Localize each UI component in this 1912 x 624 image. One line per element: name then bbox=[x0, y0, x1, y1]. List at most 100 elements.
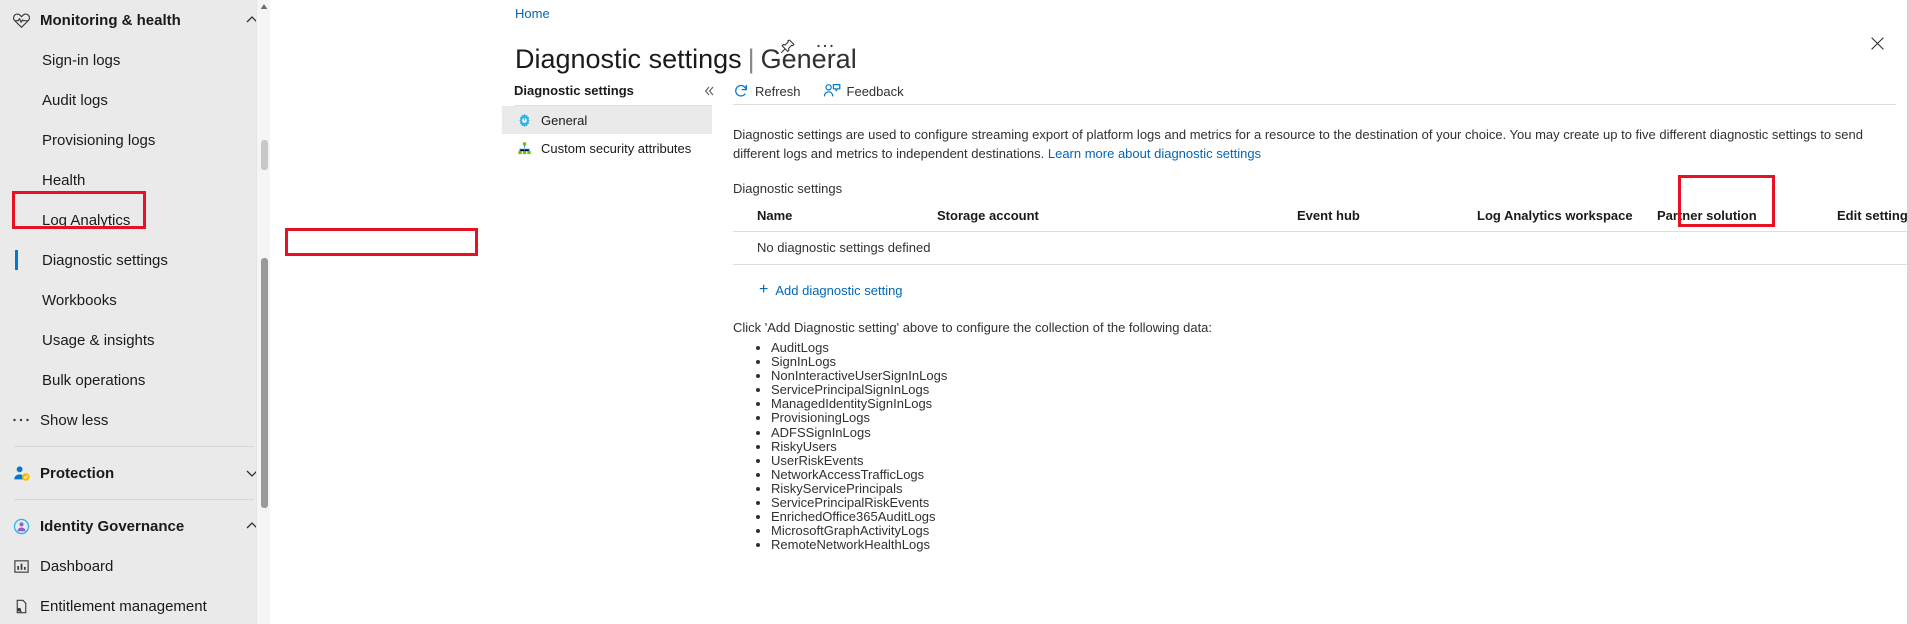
section-label-diagnostic-settings: Diagnostic settings bbox=[733, 181, 843, 196]
sidebar-item-label: Usage & insights bbox=[42, 331, 155, 349]
sidebar-item-dashboard[interactable]: Dashboard bbox=[0, 546, 270, 586]
column-header-log-analytics-workspace[interactable]: Log Analytics workspace bbox=[1453, 204, 1633, 232]
sidebar-divider bbox=[14, 446, 254, 447]
add-diagnostic-setting-label: Add diagnostic setting bbox=[775, 282, 903, 298]
feedback-person-icon bbox=[823, 83, 841, 99]
highlight-add-diagnostic-setting bbox=[285, 228, 478, 256]
diagnostic-settings-table: Name Storage account Event hub Log Analy… bbox=[733, 204, 1912, 265]
inner-menu-item-custom-security-attributes[interactable]: Custom security attributes bbox=[502, 134, 712, 162]
sidebar-item-entitlement-management[interactable]: Entitlement management bbox=[0, 586, 270, 624]
feedback-label: Feedback bbox=[846, 83, 904, 99]
empty-state-message: No diagnostic settings defined bbox=[733, 231, 1912, 265]
gear-icon bbox=[514, 113, 534, 128]
column-header-edit-setting[interactable]: Edit setting bbox=[1813, 204, 1912, 232]
sidebar-item-label: Audit logs bbox=[42, 91, 108, 109]
pin-icon[interactable] bbox=[775, 34, 799, 58]
list-item: NetworkAccessTrafficLogs bbox=[771, 467, 1896, 482]
list-item: ManagedIdentitySignInLogs bbox=[771, 397, 1896, 411]
table-row-empty: No diagnostic settings defined bbox=[733, 231, 1912, 265]
sidebar-item-usage-insights[interactable]: Usage & insights bbox=[0, 320, 270, 360]
list-item: RemoteNetworkHealthLogs bbox=[771, 538, 1896, 552]
description-text: Diagnostic settings are used to configur… bbox=[733, 127, 1863, 161]
sidebar-item-label: Identity Governance bbox=[40, 517, 185, 535]
sidebar-item-workbooks[interactable]: Workbooks bbox=[0, 280, 270, 320]
sidebar-item-label: Protection bbox=[40, 464, 115, 482]
refresh-button[interactable]: Refresh bbox=[733, 83, 801, 99]
log-types-list: AuditLogs SignInLogs NonInteractiveUserS… bbox=[733, 340, 1896, 552]
inner-menu-item-label: Custom security attributes bbox=[541, 140, 692, 156]
close-icon[interactable] bbox=[1864, 30, 1890, 56]
diagnostic-settings-blade: Home Diagnostic settings | General Diagn… bbox=[270, 0, 1912, 624]
sidebar-divider bbox=[14, 499, 254, 500]
scrollbar-thumb-secondary[interactable] bbox=[261, 140, 268, 170]
add-diagnostic-setting-button[interactable]: + Add diagnostic setting bbox=[757, 278, 911, 302]
learn-more-link[interactable]: Learn more about diagnostic settings bbox=[1048, 146, 1261, 161]
refresh-label: Refresh bbox=[755, 83, 801, 99]
feedback-button[interactable]: Feedback bbox=[823, 83, 904, 99]
sidebar-item-identity-governance[interactable]: Identity Governance bbox=[0, 506, 270, 546]
scrollbar-thumb[interactable] bbox=[261, 258, 268, 508]
scroll-up-arrow-icon[interactable] bbox=[260, 3, 268, 11]
sidebar-item-label: Bulk operations bbox=[42, 371, 146, 389]
sidebar-item-bulk-operations[interactable]: Bulk operations bbox=[0, 360, 270, 400]
column-header-partner-solution[interactable]: Partner solution bbox=[1633, 204, 1813, 232]
sidebar-item-monitoring-health[interactable]: Monitoring & health bbox=[0, 0, 270, 40]
table-header-row: Name Storage account Event hub Log Analy… bbox=[733, 204, 1912, 232]
list-item: SignInLogs bbox=[771, 354, 1896, 369]
list-item: NonInteractiveUserSignInLogs bbox=[771, 369, 1896, 383]
more-options-icon[interactable] bbox=[813, 34, 837, 58]
sidebar-item-protection[interactable]: Protection bbox=[0, 453, 270, 493]
double-chevron-left-icon[interactable] bbox=[700, 82, 718, 100]
plus-icon: + bbox=[759, 281, 769, 298]
ellipsis-icon bbox=[8, 417, 34, 423]
list-item: ADFSSignInLogs bbox=[771, 425, 1896, 440]
governance-icon bbox=[8, 517, 34, 536]
description-paragraph: Diagnostic settings are used to configur… bbox=[733, 125, 1896, 163]
instruction-text: Click 'Add Diagnostic setting' above to … bbox=[733, 320, 1213, 335]
sidebar-item-label: Sign-in logs bbox=[42, 51, 121, 69]
sitemap-icon bbox=[514, 141, 534, 156]
page-title-separator: | bbox=[747, 44, 755, 75]
sidebar-item-provisioning-logs[interactable]: Provisioning logs bbox=[0, 120, 270, 160]
sidebar-item-health[interactable]: Health bbox=[0, 160, 270, 200]
sidebar-item-label: Health bbox=[42, 171, 86, 189]
blade-inner-menu: Diagnostic settings General Custom secur… bbox=[502, 75, 714, 624]
list-item: UserRiskEvents bbox=[771, 453, 1896, 468]
heart-pulse-icon bbox=[8, 11, 34, 30]
column-header-storage-account[interactable]: Storage account bbox=[913, 204, 1273, 232]
sidebar-item-label: Monitoring & health bbox=[40, 11, 181, 29]
breadcrumb-home[interactable]: Home bbox=[515, 6, 550, 21]
table-header: Name Storage account Event hub Log Analy… bbox=[733, 204, 1912, 232]
title-action-group bbox=[775, 34, 837, 58]
list-item: ServicePrincipalSignInLogs bbox=[771, 383, 1896, 397]
app-root: Monitoring & health Sign-in logs Audit l… bbox=[0, 0, 1912, 624]
sidebar-item-show-less[interactable]: Show less bbox=[0, 400, 270, 440]
sidebar-item-diagnostic-settings[interactable]: Diagnostic settings bbox=[0, 240, 270, 280]
sidebar-item-label: Workbooks bbox=[42, 291, 117, 309]
list-item: ServicePrincipalRiskEvents bbox=[771, 495, 1896, 510]
sidebar-item-label: Entitlement management bbox=[40, 597, 207, 615]
inner-menu-header: Diagnostic settings bbox=[514, 82, 634, 98]
sidebar-item-label: Provisioning logs bbox=[42, 131, 156, 149]
sidebar-scrollbar[interactable] bbox=[256, 0, 270, 624]
dashboard-icon bbox=[8, 558, 34, 575]
portal-sidebar: Monitoring & health Sign-in logs Audit l… bbox=[0, 0, 270, 624]
column-header-name[interactable]: Name bbox=[733, 204, 913, 232]
sidebar-item-sign-in-logs[interactable]: Sign-in logs bbox=[0, 40, 270, 80]
blade-content: Diagnostic settings are used to configur… bbox=[733, 112, 1912, 552]
command-bar: Refresh Feedback bbox=[733, 78, 904, 104]
command-bar-divider bbox=[733, 104, 1896, 105]
column-header-event-hub[interactable]: Event hub bbox=[1273, 204, 1453, 232]
sidebar-item-label: Log Analytics bbox=[42, 211, 131, 229]
list-item: RiskyServicePrincipals bbox=[771, 481, 1896, 496]
table-body: No diagnostic settings defined bbox=[733, 231, 1912, 265]
sidebar-item-log-analytics[interactable]: Log Analytics bbox=[0, 200, 270, 240]
page-title-main: Diagnostic settings bbox=[515, 44, 742, 75]
right-edge-accent bbox=[1907, 0, 1912, 624]
list-item: EnrichedOffice365AuditLogs bbox=[771, 510, 1896, 524]
sidebar-item-audit-logs[interactable]: Audit logs bbox=[0, 80, 270, 120]
sidebar-item-label: Dashboard bbox=[40, 557, 114, 575]
inner-menu-item-general[interactable]: General bbox=[502, 106, 712, 134]
refresh-icon bbox=[733, 83, 749, 99]
inner-menu-item-label: General bbox=[541, 112, 588, 128]
